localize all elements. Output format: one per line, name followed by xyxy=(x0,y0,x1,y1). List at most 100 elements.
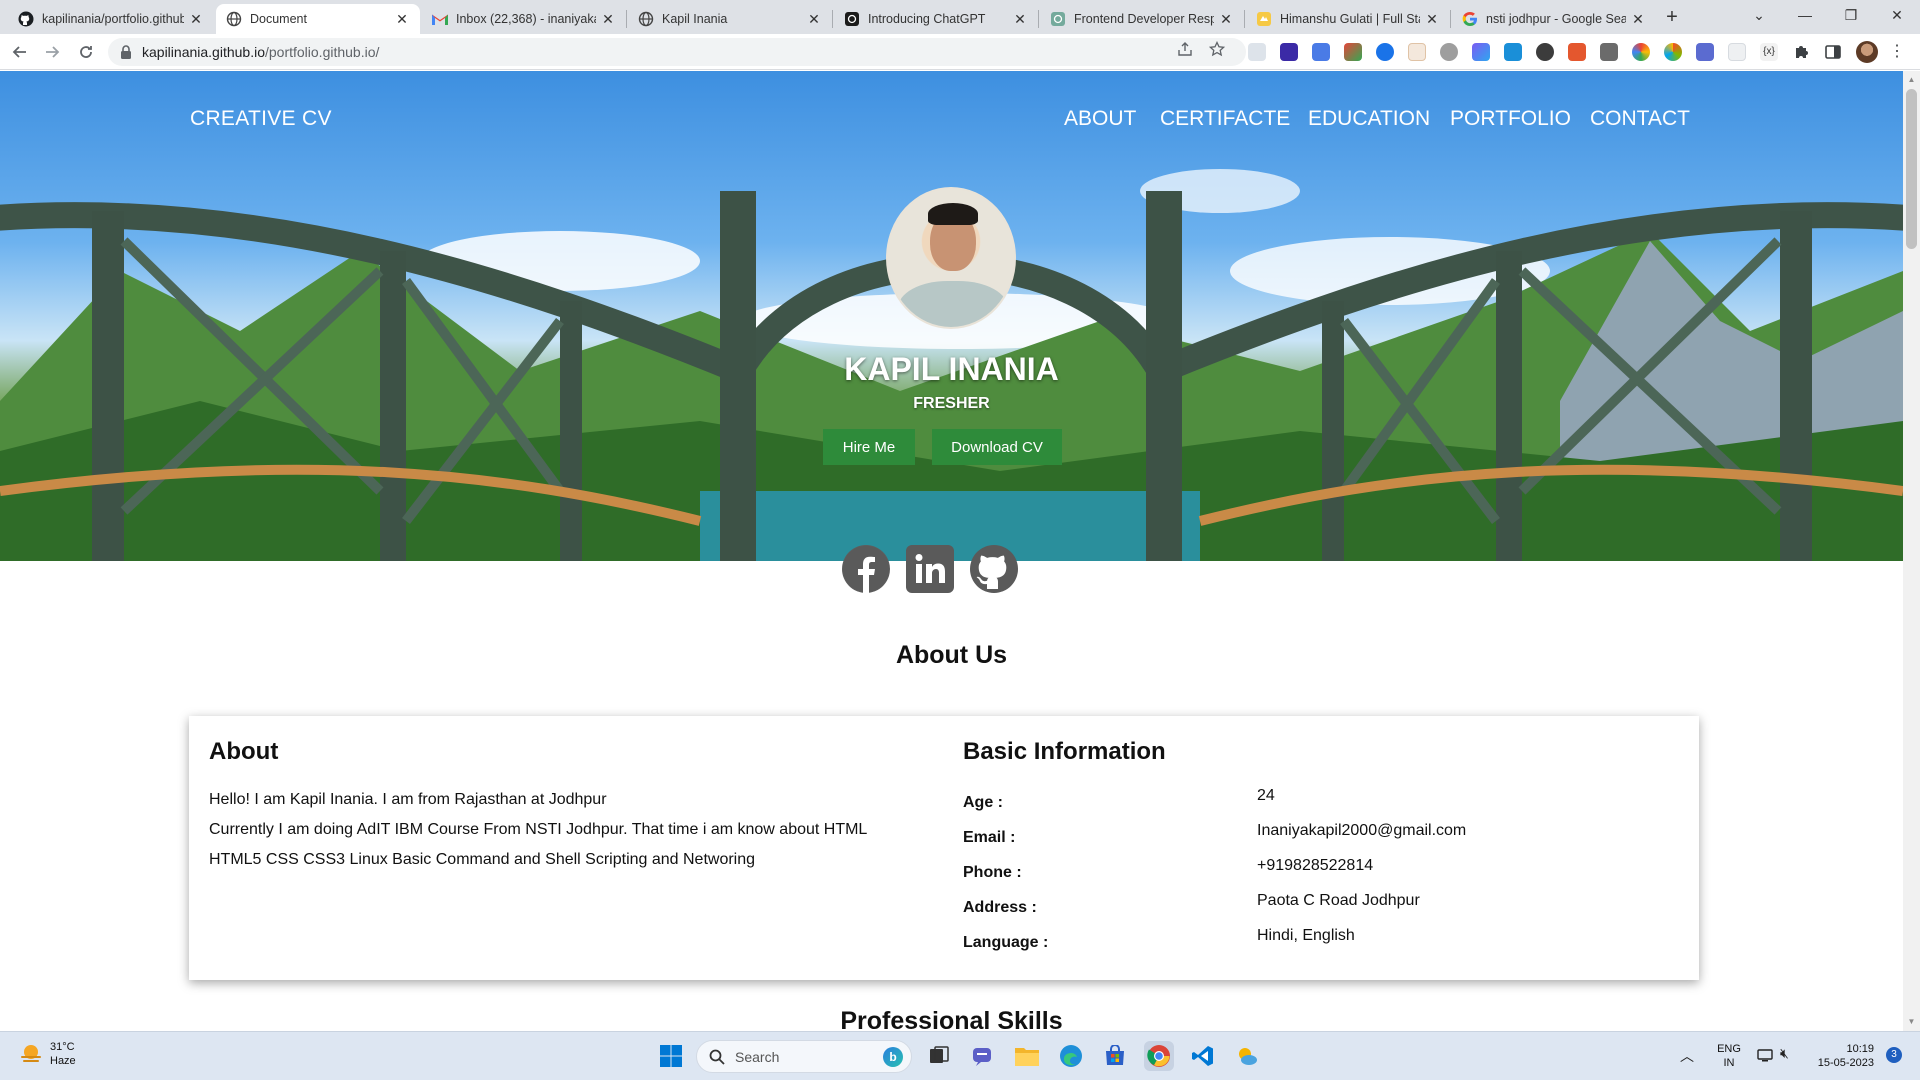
reload-button[interactable] xyxy=(74,40,98,64)
tab-label: Document xyxy=(250,12,307,26)
extension-icon[interactable] xyxy=(1344,43,1362,61)
bookmark-button[interactable] xyxy=(1208,40,1226,58)
tab-himanshu[interactable]: Himanshu Gulati | Full Stack ✕ xyxy=(1246,4,1450,34)
new-tab-button[interactable]: + xyxy=(1660,6,1684,30)
gmail-icon xyxy=(432,11,448,27)
profile-avatar[interactable] xyxy=(1856,41,1878,63)
tab-google-search[interactable]: nsti jodhpur - Google Search ✕ xyxy=(1452,4,1656,34)
tab-search-button[interactable]: ⌄ xyxy=(1736,0,1782,30)
close-window-button[interactable]: ✕ xyxy=(1874,0,1920,30)
extension-icon[interactable] xyxy=(1504,43,1522,61)
tab-chatgpt[interactable]: Introducing ChatGPT ✕ xyxy=(834,4,1038,34)
scroll-up-arrow-icon[interactable]: ▲ xyxy=(1907,75,1916,84)
notification-badge[interactable]: 3 xyxy=(1886,1047,1902,1063)
search-icon xyxy=(709,1049,725,1065)
close-icon[interactable]: ✕ xyxy=(1012,11,1028,27)
restore-button[interactable]: ❐ xyxy=(1828,0,1874,30)
address-bar[interactable]: kapilinania.github.io/portfolio.github.i… xyxy=(108,38,1246,66)
back-button[interactable] xyxy=(8,40,32,64)
tab-kapil-inania[interactable]: Kapil Inania ✕ xyxy=(628,4,832,34)
extension-icon[interactable] xyxy=(1408,43,1426,61)
file-explorer-icon[interactable] xyxy=(1012,1041,1042,1071)
extension-icon[interactable] xyxy=(1280,43,1298,61)
linkedin-icon[interactable] xyxy=(906,545,954,593)
teams-chat-icon[interactable] xyxy=(968,1041,998,1071)
tab-gmail[interactable]: Inbox (22,368) - inaniyakapil2000 ✕ xyxy=(422,4,626,34)
close-icon[interactable]: ✕ xyxy=(1218,11,1234,27)
close-icon[interactable]: ✕ xyxy=(1424,11,1440,27)
nav-certificate[interactable]: CERTIFACTE xyxy=(1160,107,1290,131)
nav-about[interactable]: ABOUT xyxy=(1064,107,1136,131)
site-brand[interactable]: CREATIVE CV xyxy=(190,107,332,131)
side-panel-icon[interactable] xyxy=(1824,43,1842,61)
clock-date: 15-05-2023 xyxy=(1817,1057,1874,1069)
url-path: /portfolio.github.io/ xyxy=(264,44,380,60)
tab-separator xyxy=(626,10,627,28)
wordpress-icon[interactable] xyxy=(1536,43,1554,61)
tab-label: Introducing ChatGPT xyxy=(868,12,986,26)
extension-icon[interactable]: {x} xyxy=(1760,43,1778,61)
extension-icon[interactable] xyxy=(1472,43,1490,61)
extension-icon[interactable] xyxy=(1568,43,1586,61)
hire-me-button[interactable]: Hire Me xyxy=(823,429,915,465)
page-icon xyxy=(1256,11,1272,27)
openai-icon xyxy=(1050,11,1066,27)
facebook-icon[interactable] xyxy=(842,545,890,593)
extension-icon[interactable] xyxy=(1376,43,1394,61)
close-icon[interactable]: ✕ xyxy=(1630,11,1646,27)
microsoft-store-icon[interactable] xyxy=(1100,1041,1130,1071)
extension-icon[interactable] xyxy=(1696,43,1714,61)
hero-name: KAPIL INANIA xyxy=(844,351,1059,387)
share-button[interactable] xyxy=(1176,40,1194,58)
puzzle-icon[interactable] xyxy=(1792,43,1810,61)
tab-document[interactable]: Document ✕ xyxy=(216,4,420,34)
extension-icon[interactable] xyxy=(1440,43,1458,61)
skills-section-title: Professional Skills xyxy=(840,1007,1063,1031)
scrollbar-thumb[interactable] xyxy=(1906,89,1917,249)
extension-icon[interactable] xyxy=(1632,43,1650,61)
edge-icon[interactable] xyxy=(1056,1041,1086,1071)
task-view-icon[interactable] xyxy=(924,1041,954,1071)
vscode-icon[interactable] xyxy=(1188,1041,1218,1071)
extension-icon[interactable] xyxy=(1248,43,1266,61)
weather-widget[interactable]: 31°C Haze xyxy=(18,1040,76,1068)
tab-label: Himanshu Gulati | Full Stack xyxy=(1280,12,1420,26)
download-cv-button[interactable]: Download CV xyxy=(932,429,1062,465)
github-icon[interactable] xyxy=(970,545,1018,593)
minimize-button[interactable]: — xyxy=(1782,0,1828,30)
network-icon[interactable] xyxy=(1756,1046,1774,1069)
chrome-icon[interactable] xyxy=(1144,1041,1174,1071)
nav-education[interactable]: EDUCATION xyxy=(1308,107,1430,131)
tab-github-repo[interactable]: kapilinania/portfolio.github.io ✕ xyxy=(8,4,214,34)
close-icon: ✕ xyxy=(1891,6,1903,23)
eyedropper-icon[interactable] xyxy=(1600,43,1618,61)
github-icon xyxy=(18,11,34,27)
star-icon xyxy=(1209,41,1225,57)
info-value-email: Inaniyakapil2000@gmail.com xyxy=(1257,822,1467,839)
taskbar-search[interactable]: Search b xyxy=(696,1040,912,1073)
menu-kebab-icon[interactable]: ⋮ xyxy=(1888,43,1906,61)
close-icon[interactable]: ✕ xyxy=(394,11,410,27)
forward-button[interactable] xyxy=(40,40,64,64)
weather-app-icon[interactable] xyxy=(1232,1041,1262,1071)
extension-icon[interactable] xyxy=(1664,43,1682,61)
tab-frontend[interactable]: Frontend Developer Responsibilities ✕ xyxy=(1040,4,1244,34)
volume-muted-icon[interactable]: 🔇︎ xyxy=(1780,1045,1789,1062)
close-icon[interactable]: ✕ xyxy=(806,11,822,27)
language-indicator[interactable]: ENG IN xyxy=(1716,1042,1742,1070)
translate-icon[interactable] xyxy=(1312,43,1330,61)
nav-contact[interactable]: CONTACT xyxy=(1590,107,1690,131)
tab-label: kapilinania/portfolio.github.io xyxy=(42,12,184,26)
start-button[interactable] xyxy=(656,1041,686,1071)
tray-chevron-icon[interactable]: ︿ xyxy=(1680,1046,1694,1066)
close-icon[interactable]: ✕ xyxy=(188,11,204,27)
extension-icon[interactable] xyxy=(1728,43,1746,61)
tab-separator xyxy=(832,10,833,28)
info-label-address: Address : xyxy=(963,899,1037,916)
clock[interactable]: 10:19 15-05-2023 xyxy=(1808,1042,1874,1070)
scroll-down-arrow-icon[interactable]: ▼ xyxy=(1907,1017,1916,1026)
page-scrollbar[interactable]: ▲ ▼ xyxy=(1903,71,1920,1031)
hero-banner: CREATIVE CV ABOUT CERTIFACTE EDUCATION P… xyxy=(0,71,1903,561)
close-icon[interactable]: ✕ xyxy=(600,11,616,27)
nav-portfolio[interactable]: PORTFOLIO xyxy=(1450,107,1571,131)
